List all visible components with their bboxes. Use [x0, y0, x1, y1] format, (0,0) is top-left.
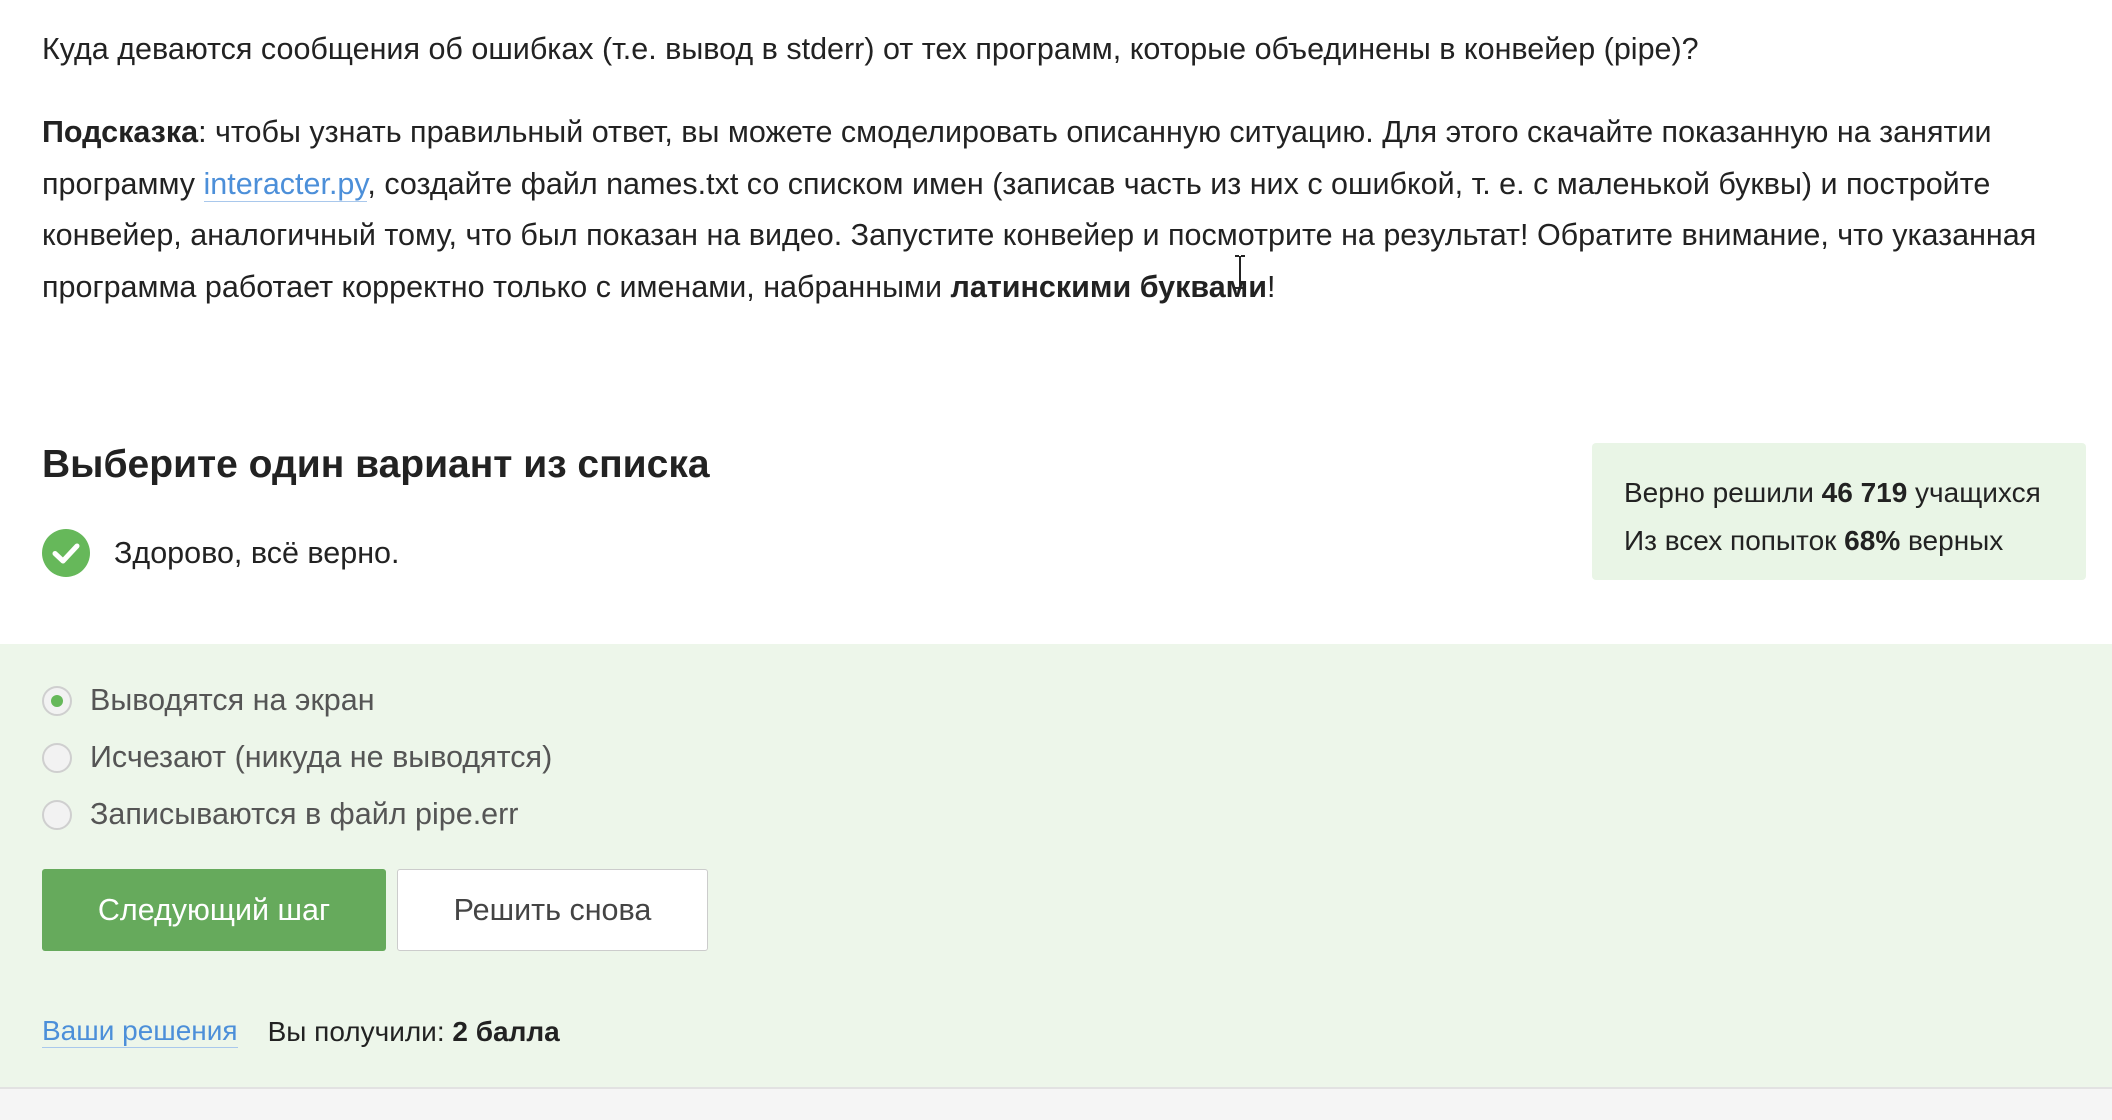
hint-paragraph: Подсказка: чтобы узнать правильный ответ… — [42, 107, 2092, 313]
hint-label: Подсказка — [42, 115, 199, 149]
footer: Ваши решения Вы получили: 2 балла — [42, 1015, 560, 1048]
text-cursor-icon — [1235, 255, 1245, 289]
stats-solved: Верно решили 46 719 учащихся — [1624, 477, 2041, 508]
status-message: Здорово, всё верно. — [42, 529, 400, 577]
option-0[interactable]: Выводятся на экран — [42, 683, 375, 718]
solved-count: 46 719 — [1821, 477, 1908, 508]
interacter-link[interactable]: interacter.py — [203, 166, 368, 202]
hint-bold-latin: латинскими буквами — [950, 269, 1267, 304]
section-title: Выберите один вариант из списка — [42, 443, 710, 486]
checkmark-circle-icon — [42, 529, 90, 577]
score-value: 2 балла — [452, 1015, 560, 1047]
attempts-percent: 68% — [1844, 525, 1901, 556]
stats-attempts: Из всех попыток 68% верных — [1624, 525, 2004, 556]
radio-option-2[interactable] — [42, 799, 72, 830]
option-label: Записываются в файл pipe.err — [90, 797, 519, 831]
status-text: Здорово, всё верно. — [114, 535, 400, 570]
option-label: Исчезают (никуда не выводятся) — [90, 740, 553, 774]
next-step-button[interactable]: Следующий шаг — [42, 869, 386, 951]
radio-option-1[interactable] — [42, 742, 72, 773]
radio-option-0[interactable] — [42, 685, 72, 716]
score-text: Вы получили: 2 балла — [267, 1015, 560, 1047]
hint-text-3: ! — [1266, 269, 1276, 304]
solve-again-button[interactable]: Решить снова — [397, 869, 708, 951]
option-label: Выводятся на экран — [90, 683, 375, 717]
option-2[interactable]: Записываются в файл pipe.err — [42, 797, 518, 832]
option-1[interactable]: Исчезают (никуда не выводятся) — [42, 740, 552, 775]
question-text: Куда деваются сообщения об ошибках (т.е.… — [42, 32, 1699, 66]
your-solutions-link[interactable]: Ваши решения — [42, 1015, 238, 1048]
stats-box: Верно решили 46 719 учащихся Из всех поп… — [1592, 443, 2086, 580]
bottom-strip — [0, 1087, 2112, 1120]
